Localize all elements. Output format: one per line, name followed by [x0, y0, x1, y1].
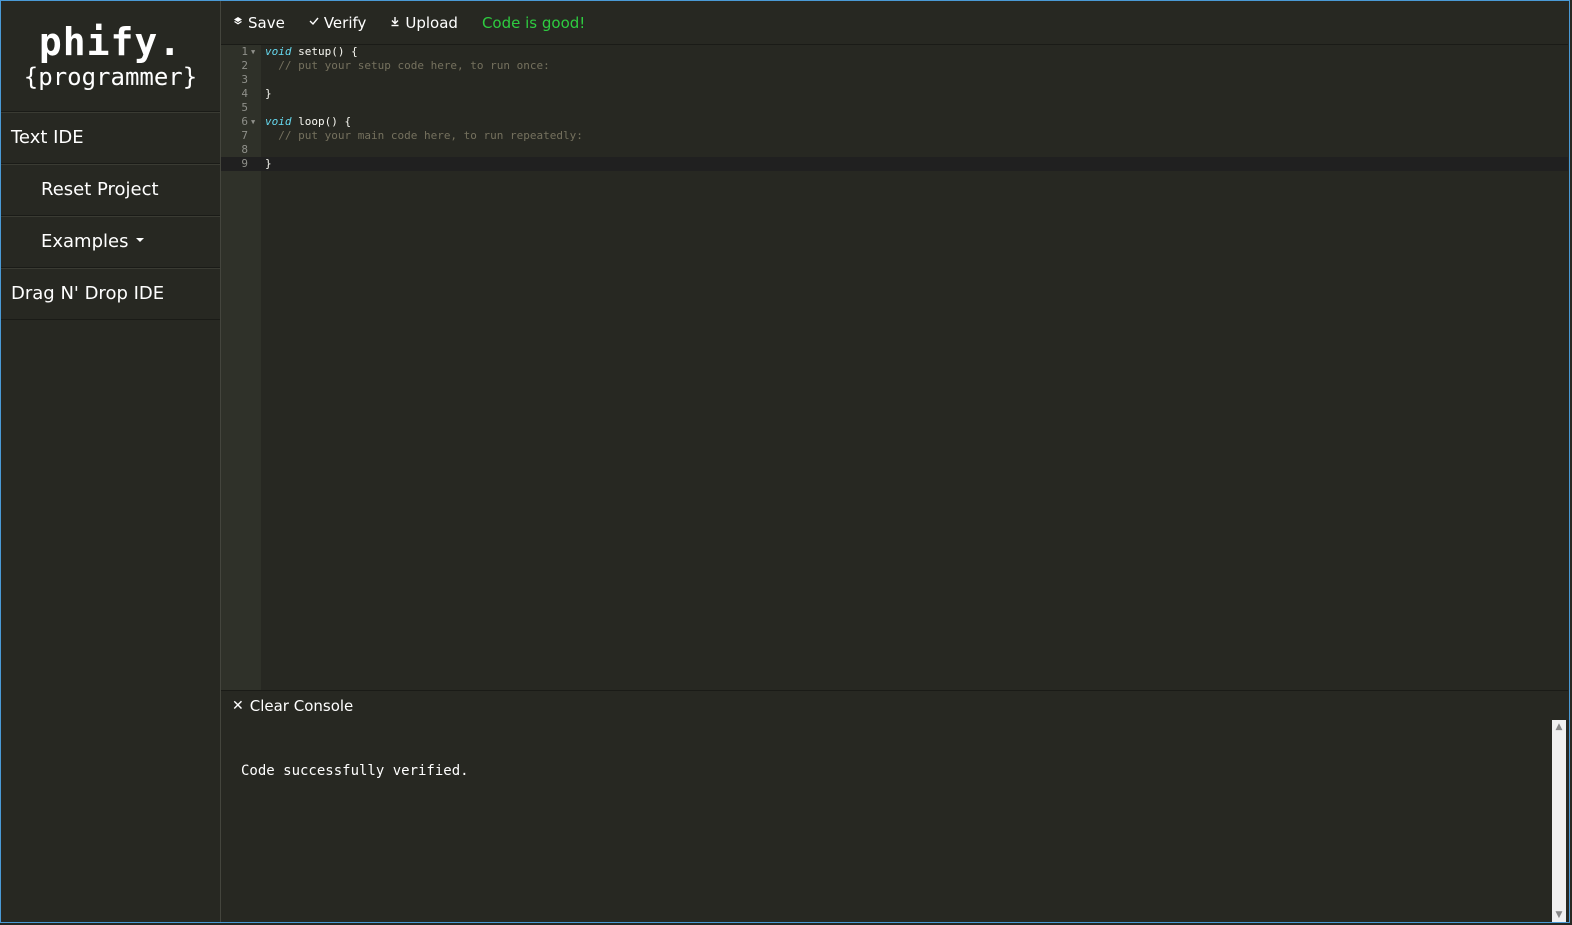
toolbar: Save Verify Upload Code is good!: [221, 1, 1568, 45]
code-line[interactable]: 1 ▼ void setup() {: [221, 45, 1568, 59]
clear-console-button[interactable]: ✕ Clear Console: [232, 697, 353, 715]
code-text: }: [265, 157, 272, 171]
console-scrollbar[interactable]: ▲ ▼: [1552, 720, 1566, 922]
line-number: 5: [241, 101, 248, 114]
code-line[interactable]: 9}: [221, 157, 1568, 171]
code-text: void loop() {: [265, 115, 351, 129]
logo: phify. {programmer}: [1, 1, 220, 112]
code-text: void setup() {: [265, 45, 358, 59]
line-number: 8: [241, 143, 248, 156]
save-label: Save: [248, 13, 285, 32]
code-line[interactable]: 7 // put your main code here, to run rep…: [221, 129, 1568, 143]
check-icon: [309, 16, 319, 29]
line-number: 7: [241, 129, 248, 142]
scroll-up-icon[interactable]: ▲: [1552, 720, 1566, 734]
fold-arrow-icon[interactable]: ▼: [251, 45, 255, 59]
console-output: Code successfully verified. ▲ ▼: [221, 720, 1568, 922]
close-icon: ✕: [232, 698, 244, 714]
code-rest: [265, 59, 278, 72]
clear-console-label: Clear Console: [249, 697, 354, 715]
sidebar-item-label: Drag N' Drop IDE: [11, 283, 165, 304]
sidebar-item-examples[interactable]: Examples: [1, 216, 220, 268]
code-rest: }: [265, 157, 272, 170]
fold-arrow-icon[interactable]: ▼: [251, 115, 255, 129]
sidebar-item-text-ide[interactable]: Text IDE: [1, 112, 220, 164]
layers-icon: [233, 16, 243, 29]
line-number: 1: [241, 45, 248, 58]
scroll-down-icon[interactable]: ▼: [1552, 908, 1566, 922]
verify-label: Verify: [323, 13, 367, 32]
code-comment: // put your setup code here, to run once…: [278, 59, 550, 72]
sidebar-item-label: Text IDE: [11, 127, 84, 148]
line-number: 2: [241, 59, 248, 72]
logo-title: phify.: [38, 20, 183, 64]
editor-lines[interactable]: 1 ▼ void setup() {2 // put your setup code…: [221, 45, 1568, 171]
code-line[interactable]: 6 ▼ void loop() {: [221, 115, 1568, 129]
status-message: Code is good!: [481, 13, 586, 32]
code-text: // put your setup code here, to run once…: [265, 59, 550, 73]
code-editor[interactable]: 1 ▼ void setup() {2 // put your setup code…: [221, 45, 1568, 690]
console-message: Code successfully verified.: [241, 763, 469, 779]
code-line[interactable]: 8: [221, 143, 1568, 157]
sidebar: phify. {programmer} Text IDE Reset Proje…: [1, 1, 221, 922]
code-rest: [265, 129, 278, 142]
console-toolbar: ✕ Clear Console: [221, 690, 1568, 721]
code-rest: loop() {: [291, 115, 352, 128]
code-keyword: void: [265, 45, 292, 58]
verify-button[interactable]: Verify: [309, 13, 367, 32]
sidebar-item-label: Examples: [41, 231, 129, 252]
sidebar-item-reset-project[interactable]: Reset Project: [1, 164, 220, 216]
code-text: }: [265, 87, 272, 101]
line-number: 9: [241, 157, 248, 170]
sidebar-item-label: Reset Project: [41, 179, 159, 200]
download-icon: [390, 16, 400, 30]
line-number: 6: [241, 115, 248, 128]
caret-down-icon: [136, 238, 145, 242]
code-comment: // put your main code here, to run repea…: [278, 129, 583, 142]
line-number: 3: [241, 73, 248, 86]
code-text: // put your main code here, to run repea…: [265, 129, 583, 143]
code-rest: setup() {: [291, 45, 358, 58]
code-line[interactable]: 2 // put your setup code here, to run on…: [221, 59, 1568, 73]
code-line[interactable]: 4}: [221, 87, 1568, 101]
upload-button[interactable]: Upload: [390, 14, 458, 32]
line-number: 4: [241, 87, 248, 100]
code-keyword: void: [265, 115, 292, 128]
save-button[interactable]: Save: [233, 14, 285, 32]
logo-subtitle: {programmer}: [23, 63, 198, 91]
code-rest: }: [265, 87, 272, 100]
code-line[interactable]: 5: [221, 101, 1568, 115]
code-line[interactable]: 3: [221, 73, 1568, 87]
upload-label: Upload: [405, 13, 458, 32]
sidebar-item-drag-n-drop-ide[interactable]: Drag N' Drop IDE: [1, 268, 220, 320]
